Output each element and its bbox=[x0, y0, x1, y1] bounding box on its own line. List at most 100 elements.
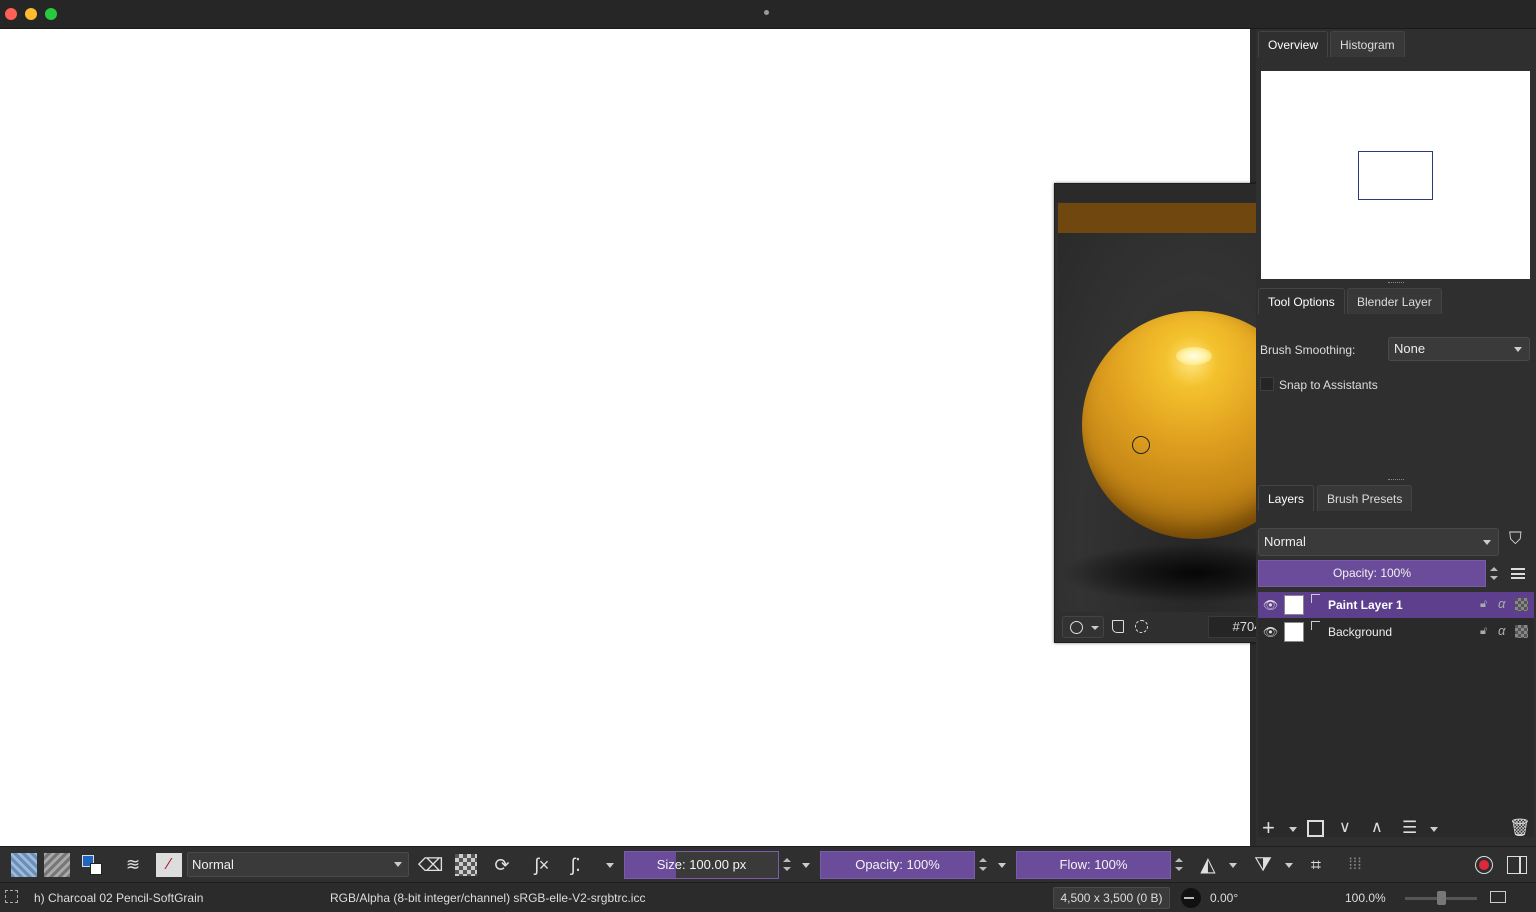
alpha-lock-icon[interactable]: α bbox=[1498, 596, 1505, 611]
layer-opacity-spinner[interactable] bbox=[1488, 560, 1500, 587]
tab-blender-layer[interactable]: Blender Layer bbox=[1347, 288, 1442, 314]
brush-blend-mode-value: Normal bbox=[192, 857, 234, 872]
vertical-mirror-icon[interactable]: ⧩ bbox=[1251, 853, 1275, 877]
move-layer-down-icon[interactable]: ∨ bbox=[1339, 815, 1351, 841]
chevron-down-icon bbox=[394, 862, 402, 867]
layers-list[interactable]: 👁 Paint Layer 1 🔓︎ α 👁 Background 🔓︎ α bbox=[1258, 592, 1534, 837]
brush-size-spinner[interactable] bbox=[781, 851, 793, 878]
record-icon[interactable] bbox=[1472, 853, 1496, 877]
splitter-grip-icon[interactable] bbox=[1388, 282, 1404, 284]
rotation-dial-icon[interactable] bbox=[1181, 888, 1201, 908]
note-icon[interactable] bbox=[1112, 620, 1124, 633]
paint-layer-icon bbox=[1311, 594, 1320, 603]
chevron-down-icon[interactable] bbox=[998, 863, 1006, 868]
inherit-alpha-icon[interactable] bbox=[1515, 598, 1528, 611]
gradient-selector-icon[interactable] bbox=[11, 853, 37, 877]
edit-brush-settings-icon[interactable]: ≋ bbox=[121, 853, 145, 877]
brush-presets-icon[interactable]: ⁄ bbox=[156, 853, 182, 877]
add-layer-icon[interactable]: + bbox=[1262, 815, 1275, 841]
zoom-window-button[interactable] bbox=[45, 8, 57, 20]
visibility-eye-icon[interactable]: 👁 bbox=[1263, 625, 1278, 639]
snap-to-assistants-label: Snap to Assistants bbox=[1279, 378, 1378, 392]
brush-smoothing-select[interactable]: None bbox=[1388, 337, 1530, 361]
document-modified-indicator bbox=[764, 10, 769, 15]
brush-cursor-icon bbox=[1132, 436, 1150, 454]
chevron-down-icon[interactable] bbox=[1285, 863, 1293, 868]
status-bar: h) Charcoal 02 Pencil-SoftGrain RGB/Alph… bbox=[0, 882, 1536, 912]
brush-size-slider[interactable]: Size: 100.00 px bbox=[624, 851, 779, 879]
duplicate-layer-icon[interactable] bbox=[1307, 820, 1324, 837]
filter-icon[interactable]: ⛉ bbox=[1509, 530, 1522, 547]
pattern-selector-icon[interactable] bbox=[44, 853, 70, 877]
layer-opacity-slider[interactable]: Opacity: 100% bbox=[1258, 560, 1486, 587]
chevron-down-icon[interactable] bbox=[1289, 827, 1297, 832]
overview-viewport-rect[interactable] bbox=[1358, 151, 1433, 200]
chevron-down-icon[interactable] bbox=[802, 863, 810, 868]
brush-opacity-value: Opacity: 100% bbox=[855, 857, 940, 872]
fg-bg-color-icon[interactable] bbox=[80, 853, 104, 877]
chevron-down-icon[interactable] bbox=[1229, 863, 1237, 868]
selection-icon[interactable] bbox=[5, 890, 18, 903]
grid-dots-icon[interactable]: ⁞⁞⁞ bbox=[1343, 853, 1367, 877]
paint-layer-icon bbox=[1311, 621, 1320, 630]
horizontal-mirror-icon[interactable]: ◭ bbox=[1196, 853, 1220, 877]
brush-smoothing-label: Brush Smoothing: bbox=[1260, 343, 1356, 357]
layer-name: Paint Layer 1 bbox=[1328, 598, 1403, 612]
minimize-window-button[interactable] bbox=[25, 8, 37, 20]
chevron-down-icon[interactable] bbox=[1430, 827, 1438, 832]
move-layer-up-icon[interactable]: ∧ bbox=[1371, 815, 1383, 841]
eraser-mode-icon[interactable]: ⌫ bbox=[418, 853, 443, 877]
brush-opacity-spinner[interactable] bbox=[977, 851, 989, 878]
color-profile-label: RGB/Alpha (8-bit integer/channel) sRGB-e… bbox=[330, 891, 646, 905]
layer-row-background[interactable]: 👁 Background 🔓︎ α bbox=[1258, 619, 1534, 645]
tab-layers[interactable]: Layers bbox=[1258, 485, 1315, 511]
image-size-field[interactable]: 4,500 x 3,500 (0 B) bbox=[1053, 887, 1170, 909]
layer-row-paint-layer-1[interactable]: 👁 Paint Layer 1 🔓︎ α bbox=[1258, 592, 1534, 618]
screen-icon[interactable] bbox=[1490, 891, 1506, 903]
alpha-lock-icon[interactable]: α bbox=[1498, 623, 1505, 638]
inherit-alpha-icon[interactable] bbox=[1515, 625, 1528, 638]
chevron-down-icon bbox=[1514, 347, 1522, 352]
visibility-eye-icon[interactable]: 👁 bbox=[1263, 598, 1278, 612]
circle-shape-icon bbox=[1070, 621, 1083, 634]
wrap-around-icon[interactable]: ʃ⁚ bbox=[564, 853, 588, 877]
layer-opacity-value: Opacity: 100% bbox=[1332, 566, 1412, 580]
shape-selector-button[interactable] bbox=[1062, 616, 1104, 638]
brush-blend-mode-select[interactable]: Normal bbox=[187, 852, 409, 877]
trash-icon[interactable]: 🗑 bbox=[1509, 815, 1531, 841]
layer-thumbnail bbox=[1284, 595, 1304, 615]
chevron-down-icon[interactable] bbox=[606, 863, 614, 868]
overview-tabbar: Overview Histogram bbox=[1256, 29, 1536, 57]
splitter-grip-icon[interactable] bbox=[1388, 479, 1404, 481]
layer-blend-mode-select[interactable]: Normal bbox=[1258, 528, 1499, 556]
tab-brush-presets[interactable]: Brush Presets bbox=[1317, 485, 1413, 511]
dashed-circle-icon[interactable] bbox=[1135, 620, 1148, 633]
brush-toolbar: ≋ ⁄ Normal ⌫ ⟳ ʃ× ʃ⁚ Size: 100.00 px Opa… bbox=[0, 846, 1536, 882]
sphere-highlight bbox=[1176, 347, 1212, 365]
layer-properties-icon[interactable]: ☰ bbox=[1402, 815, 1417, 841]
close-window-button[interactable] bbox=[5, 8, 17, 20]
reload-preset-icon[interactable]: ⟳ bbox=[490, 853, 514, 877]
tab-histogram[interactable]: Histogram bbox=[1330, 31, 1405, 57]
zoom-slider-handle[interactable] bbox=[1437, 891, 1446, 905]
layers-bottom-toolbar: + ∨ ∧ ☰ 🗑 bbox=[1256, 815, 1536, 845]
brush-flow-value: Flow: 100% bbox=[1059, 857, 1128, 872]
preserve-alpha-icon[interactable] bbox=[455, 854, 477, 876]
rotation-value[interactable]: 0.00° bbox=[1210, 891, 1238, 905]
zoom-value[interactable]: 100.0% bbox=[1345, 891, 1386, 905]
mirror-tool-icon[interactable]: ʃ× bbox=[530, 853, 554, 877]
crop-icon[interactable]: ⌗ bbox=[1304, 853, 1328, 877]
snap-to-assistants-checkbox[interactable] bbox=[1260, 377, 1274, 391]
tab-overview[interactable]: Overview bbox=[1258, 31, 1329, 57]
brush-opacity-slider[interactable]: Opacity: 100% bbox=[820, 851, 975, 879]
workspace-icon[interactable] bbox=[1505, 853, 1529, 877]
lock-icon[interactable]: 🔓︎ bbox=[1480, 625, 1487, 638]
brush-flow-slider[interactable]: Flow: 100% bbox=[1016, 851, 1171, 879]
tab-tool-options[interactable]: Tool Options bbox=[1258, 288, 1345, 314]
lock-icon[interactable]: 🔓︎ bbox=[1480, 598, 1487, 611]
layer-blend-mode-value: Normal bbox=[1264, 534, 1306, 549]
layer-menu-icon[interactable] bbox=[1511, 568, 1525, 579]
brush-flow-spinner[interactable] bbox=[1173, 851, 1185, 878]
overview-thumbnail[interactable] bbox=[1261, 71, 1530, 279]
brush-size-value: Size: 100.00 px bbox=[656, 857, 747, 872]
